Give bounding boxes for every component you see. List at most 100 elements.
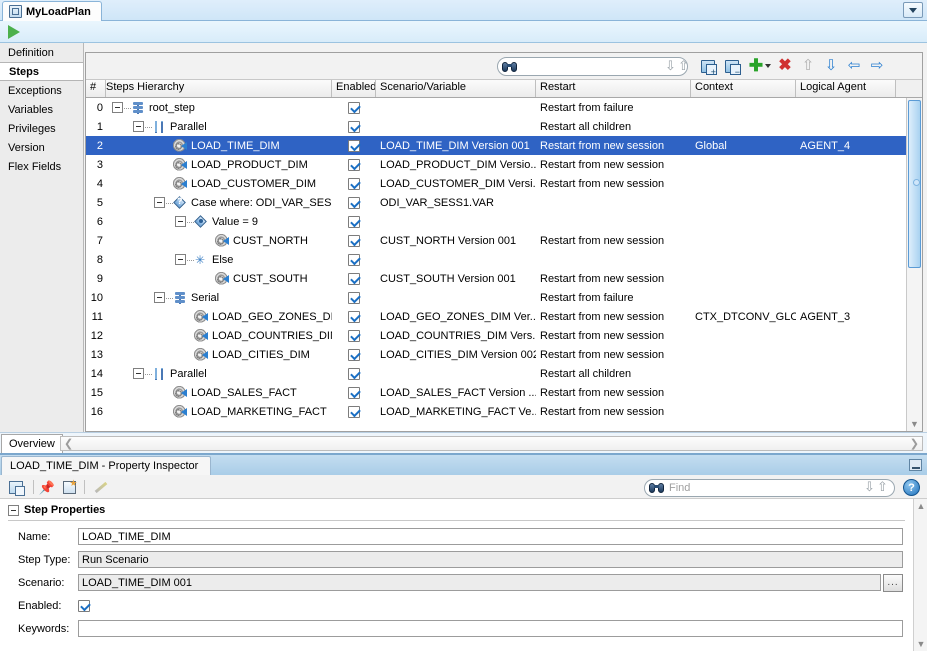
- section-collapse-icon[interactable]: [8, 504, 19, 516]
- find-prev-icon[interactable]: [877, 479, 890, 495]
- pin-button[interactable]: 📌: [38, 479, 56, 496]
- add-step-menu-button[interactable]: [764, 57, 772, 75]
- checkbox-checked-icon[interactable]: [348, 367, 360, 380]
- expand-all-button[interactable]: [699, 57, 717, 77]
- move-left-button[interactable]: ⇦: [845, 57, 863, 75]
- checkbox-checked-icon[interactable]: [348, 101, 360, 114]
- run-button[interactable]: [5, 24, 23, 40]
- row-step-hierarchy[interactable]: Parallel: [106, 120, 332, 134]
- sidebar-item-variables[interactable]: Variables: [0, 100, 83, 119]
- sidebar-item-privileges[interactable]: Privileges: [0, 119, 83, 138]
- move-down-button[interactable]: ⇩: [822, 57, 840, 75]
- sidebar-item-exceptions[interactable]: Exceptions: [0, 81, 83, 100]
- tree-collapse-icon[interactable]: [133, 368, 144, 379]
- search-input[interactable]: [517, 59, 665, 74]
- table-row[interactable]: 5? Case where: ODI_VAR_SESS1 ODI_VAR_SESS1…: [86, 193, 906, 212]
- table-row[interactable]: 13 LOAD_CITIES_DIM LOAD_CITIES_DIM Version…: [86, 345, 906, 364]
- row-step-hierarchy[interactable]: LOAD_GEO_ZONES_DIM: [106, 309, 332, 324]
- checkbox-checked-icon[interactable]: [348, 386, 360, 399]
- checkbox-checked-icon[interactable]: [348, 348, 360, 361]
- property-scroll-down-button[interactable]: ▼: [915, 638, 927, 650]
- row-enabled-checkbox[interactable]: [332, 272, 376, 285]
- row-step-hierarchy[interactable]: root_step: [106, 101, 332, 115]
- checkbox-checked-icon[interactable]: [78, 599, 90, 612]
- column-header-enabled[interactable]: Enabled: [332, 80, 376, 97]
- search-next-icon[interactable]: [665, 58, 678, 74]
- enabled-checkbox[interactable]: [78, 599, 90, 612]
- checkbox-checked-icon[interactable]: [348, 158, 360, 171]
- row-step-hierarchy[interactable]: ? Case where: ODI_VAR_SESS1: [106, 196, 332, 210]
- row-step-hierarchy[interactable]: LOAD_TIME_DIM: [106, 138, 332, 153]
- row-enabled-checkbox[interactable]: [332, 253, 376, 266]
- column-header-steps-hierarchy[interactable]: Steps Hierarchy: [106, 80, 332, 97]
- delete-step-button[interactable]: ✖: [776, 57, 794, 75]
- table-row[interactable]: 1 Parallel Restart all children: [86, 117, 906, 136]
- property-scroll-up-button[interactable]: ▲: [915, 500, 927, 512]
- sidebar-item-flex-fields[interactable]: Flex Fields: [0, 157, 83, 176]
- grid-scroll-down-button[interactable]: ▼: [908, 417, 921, 430]
- row-enabled-checkbox[interactable]: [332, 234, 376, 247]
- checkbox-checked-icon[interactable]: [348, 139, 360, 152]
- row-enabled-checkbox[interactable]: [332, 348, 376, 361]
- field-input[interactable]: [78, 620, 903, 637]
- grid-vertical-scrollbar[interactable]: ▼: [906, 98, 922, 431]
- checkbox-checked-icon[interactable]: [348, 291, 360, 304]
- tabstrip-overflow-button[interactable]: [903, 2, 923, 18]
- tree-collapse-icon[interactable]: [154, 197, 165, 208]
- minimize-button[interactable]: [909, 459, 922, 471]
- row-enabled-checkbox[interactable]: [332, 329, 376, 342]
- row-enabled-checkbox[interactable]: [332, 177, 376, 190]
- table-row[interactable]: 8 ✳ Else: [86, 250, 906, 269]
- row-step-hierarchy[interactable]: CUST_SOUTH: [106, 271, 332, 286]
- row-enabled-checkbox[interactable]: [332, 120, 376, 133]
- row-enabled-checkbox[interactable]: [332, 215, 376, 228]
- tree-collapse-icon[interactable]: [175, 254, 186, 265]
- column-header-logical-agent[interactable]: Logical Agent: [796, 80, 896, 97]
- table-row[interactable]: 9 CUST_SOUTH CUST_SOUTH Version 001 Restart…: [86, 269, 906, 288]
- row-step-hierarchy[interactable]: LOAD_MARKETING_FACT: [106, 404, 332, 419]
- scenario-browse-button[interactable]: ...: [883, 573, 903, 592]
- tree-collapse-icon[interactable]: [112, 102, 123, 113]
- row-step-hierarchy[interactable]: LOAD_PRODUCT_DIM: [106, 157, 332, 172]
- table-row[interactable]: 4 LOAD_CUSTOMER_DIM LOAD_CUSTOMER_DIM Vers…: [86, 174, 906, 193]
- tree-collapse-icon[interactable]: [133, 121, 144, 132]
- help-icon[interactable]: ?: [903, 479, 920, 496]
- column-header-restart[interactable]: Restart: [536, 80, 691, 97]
- row-enabled-checkbox[interactable]: [332, 386, 376, 399]
- checkbox-checked-icon[interactable]: [348, 234, 360, 247]
- row-enabled-checkbox[interactable]: [332, 139, 376, 152]
- steps-search-box[interactable]: [497, 57, 691, 76]
- property-find-box[interactable]: Find: [644, 479, 895, 497]
- checkbox-checked-icon[interactable]: [348, 196, 360, 209]
- search-prev-icon[interactable]: [678, 58, 691, 74]
- scroll-right-icon[interactable]: ❯: [910, 437, 919, 450]
- row-enabled-checkbox[interactable]: [332, 158, 376, 171]
- checkbox-checked-icon[interactable]: [348, 310, 360, 323]
- row-step-hierarchy[interactable]: LOAD_COUNTRIES_DIM: [106, 328, 332, 343]
- table-row[interactable]: 12 LOAD_COUNTRIES_DIM LOAD_COUNTRIES_DIM V…: [86, 326, 906, 345]
- column-header-context[interactable]: Context: [691, 80, 796, 97]
- checkbox-checked-icon[interactable]: [348, 177, 360, 190]
- field-input[interactable]: Run Scenario: [78, 551, 903, 568]
- inspect-button[interactable]: [7, 479, 25, 496]
- tree-collapse-icon[interactable]: [154, 292, 165, 303]
- add-step-button[interactable]: ✚: [747, 57, 765, 75]
- new-wizard-button[interactable]: [60, 478, 78, 496]
- table-row[interactable]: 7 CUST_NORTH CUST_NORTH Version 001 Restart…: [86, 231, 906, 250]
- row-step-hierarchy[interactable]: CUST_NORTH: [106, 233, 332, 248]
- row-step-hierarchy[interactable]: LOAD_CITIES_DIM: [106, 347, 332, 362]
- document-tab-myloadplan[interactable]: MyLoadPlan: [2, 1, 102, 21]
- row-step-hierarchy[interactable]: Value = 9: [106, 214, 332, 229]
- row-enabled-checkbox[interactable]: [332, 101, 376, 114]
- property-vertical-scrollbar[interactable]: ▲ ▼: [913, 499, 927, 651]
- overview-horizontal-scrollbar[interactable]: ❮ ❯: [60, 436, 923, 451]
- grid-scroll-thumb[interactable]: [908, 100, 921, 268]
- row-step-hierarchy[interactable]: Parallel: [106, 367, 332, 381]
- checkbox-checked-icon[interactable]: [348, 120, 360, 133]
- row-enabled-checkbox[interactable]: [332, 310, 376, 323]
- tab-property-inspector[interactable]: LOAD_TIME_DIM - Property Inspector: [1, 456, 212, 475]
- field-input[interactable]: LOAD_TIME_DIM: [78, 528, 903, 545]
- checkbox-checked-icon[interactable]: [348, 272, 360, 285]
- sidebar-item-version[interactable]: Version: [0, 138, 83, 157]
- sidebar-item-definition[interactable]: Definition: [0, 43, 83, 62]
